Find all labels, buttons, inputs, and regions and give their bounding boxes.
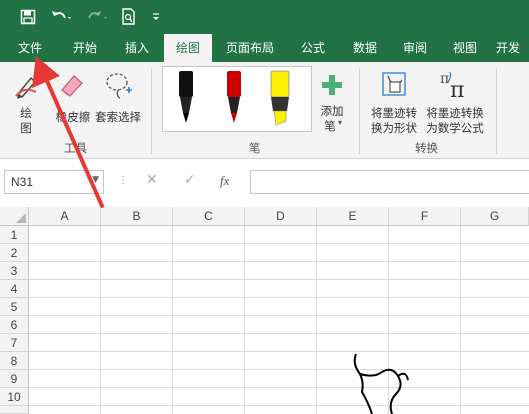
add-pen-dropdown-icon: ▾ <box>338 118 343 127</box>
ink-to-shape-label-2: 换为形状 <box>371 121 417 135</box>
row-header[interactable] <box>0 406 29 414</box>
row-header[interactable]: 6 <box>0 316 29 334</box>
column-header[interactable]: E <box>317 207 389 226</box>
insert-function-icon[interactable]: fx <box>220 173 229 189</box>
ink-to-shape-icon <box>382 72 406 96</box>
tab-page-layout[interactable]: 页面布局 <box>220 34 280 62</box>
row-header[interactable]: 4 <box>0 280 29 298</box>
svg-text:π: π <box>440 71 449 87</box>
group-separator <box>496 68 497 154</box>
add-pen-label-1: 添加 <box>320 104 344 118</box>
customize-toolbar-icon[interactable] <box>148 0 164 34</box>
pen-red[interactable] <box>223 69 245 129</box>
ink-to-shape-label-1: 将墨迹转 <box>371 106 417 120</box>
formula-bar-grip-icon[interactable]: ⋮ <box>118 175 128 186</box>
add-pen-icon <box>322 75 342 95</box>
title-bar <box>0 0 529 34</box>
ink-to-math-label-2: 为数学公式 <box>426 121 484 135</box>
formula-input[interactable] <box>250 170 529 194</box>
row-header[interactable]: 5 <box>0 298 29 316</box>
group-separator <box>359 68 360 154</box>
group-separator <box>151 68 152 154</box>
confirm-entry-icon[interactable]: ✓ <box>184 172 196 188</box>
group-label-convert: 转换 <box>415 141 438 155</box>
cell-grid[interactable] <box>29 226 529 414</box>
tab-review[interactable]: 审阅 <box>392 34 438 62</box>
row-header[interactable]: 1 <box>0 226 29 244</box>
tab-developer[interactable]: 开发 <box>496 34 529 62</box>
tab-formulas[interactable]: 公式 <box>290 34 336 62</box>
ink-to-math-button[interactable]: π π 将墨迹转换 为数学公式 <box>422 68 488 138</box>
column-header[interactable]: G <box>461 207 529 226</box>
tab-data[interactable]: 数据 <box>342 34 388 62</box>
ink-drawing <box>353 353 409 414</box>
column-header[interactable]: D <box>245 207 317 226</box>
row-header[interactable]: 10 <box>0 388 29 406</box>
column-header[interactable]: C <box>173 207 245 226</box>
row-header[interactable]: 9 <box>0 370 29 388</box>
row-header[interactable]: 8 <box>0 352 29 370</box>
pen-gallery <box>162 66 312 132</box>
add-pen-button[interactable]: 添加 笔 ▾ <box>314 72 350 138</box>
row-header[interactable]: 3 <box>0 262 29 280</box>
highlighter-yellow[interactable] <box>267 69 293 129</box>
group-label-pens: 笔 <box>249 141 261 155</box>
column-header[interactable]: F <box>389 207 461 226</box>
tab-view[interactable]: 视图 <box>442 34 488 62</box>
pen-black[interactable] <box>175 69 197 129</box>
print-preview-icon[interactable] <box>116 0 142 34</box>
svg-text:π: π <box>450 78 464 100</box>
tab-draw[interactable]: 绘图 <box>164 34 212 62</box>
redo-icon[interactable] <box>82 0 114 34</box>
ink-to-math-icon: π π <box>440 71 464 100</box>
ink-to-math-label-1: 将墨迹转换 <box>426 106 484 120</box>
row-header[interactable]: 7 <box>0 334 29 352</box>
save-icon[interactable] <box>14 0 42 34</box>
row-header[interactable]: 2 <box>0 244 29 262</box>
ink-to-shape-button[interactable]: 将墨迹转 换为形状 <box>366 68 422 138</box>
cancel-entry-icon[interactable]: ✕ <box>146 172 158 188</box>
tab-insert[interactable]: 插入 <box>114 34 160 62</box>
annotation-arrow <box>32 56 104 208</box>
undo-icon[interactable] <box>46 0 78 34</box>
